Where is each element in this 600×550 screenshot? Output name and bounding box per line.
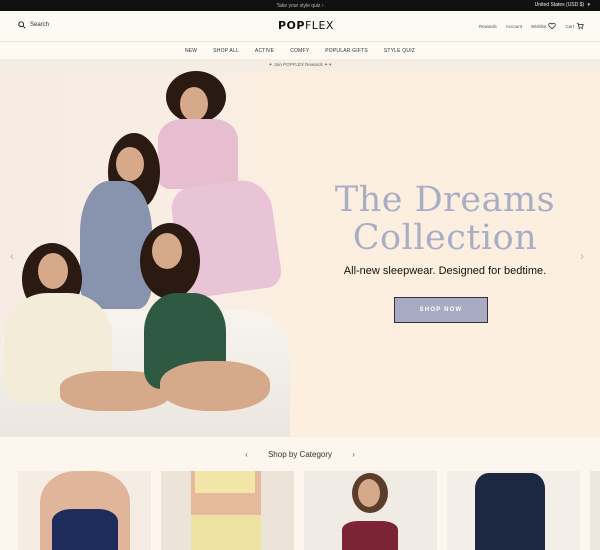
- hero-title-line1: The Dreams: [334, 180, 556, 220]
- category-tile[interactable]: [18, 471, 151, 550]
- tile-yellow-set: [191, 515, 261, 550]
- region-label: United States (USD $): [534, 2, 585, 8]
- main-nav: NEW SHOP ALL ACTIVE COMFY POPULAR GIFTS …: [0, 41, 600, 59]
- category-heading: Shop by Category: [267, 450, 333, 459]
- tile-burgundy-top: [342, 521, 398, 550]
- nav-item-new[interactable]: NEW: [185, 48, 197, 54]
- nav-item-comfy[interactable]: COMFY: [290, 48, 309, 54]
- rewards-bar-text: ✦ Join POPFLEX Rewards ✦: [268, 62, 328, 67]
- brand-logo[interactable]: POPFLEX: [278, 19, 334, 32]
- style-quiz-link[interactable]: Take your style quiz ›: [0, 3, 600, 9]
- hero-subtitle: All-new sleepwear. Designed for bedtime.: [343, 265, 547, 277]
- figure-face: [152, 233, 182, 269]
- region-selector[interactable]: United States (USD $) ▾: [535, 2, 590, 8]
- hero-image: [0, 71, 300, 437]
- figure-legs: [160, 361, 270, 411]
- category-carousel: [18, 471, 600, 550]
- figure-pink-top: [158, 119, 238, 189]
- hero-banner: ‹ › The Dreams Collection All-new sleepw…: [0, 71, 600, 437]
- wishlist-label: Wishlist: [530, 23, 547, 29]
- chevron-left-icon[interactable]: ‹: [10, 249, 14, 263]
- tile-navy-leggings: [475, 473, 545, 550]
- nav-item-popular-gifts[interactable]: POPULAR GIFTS: [325, 48, 368, 54]
- nav-item-shop-all[interactable]: SHOP ALL: [213, 48, 239, 54]
- chevron-left-icon[interactable]: ‹: [245, 450, 248, 459]
- nav-item-active[interactable]: ACTIVE: [255, 48, 274, 54]
- shop-now-button[interactable]: SHOP NOW: [394, 297, 488, 323]
- tile-model-face: [358, 479, 380, 507]
- figure-blue-romper: [80, 181, 152, 309]
- search-button[interactable]: Search: [18, 21, 49, 29]
- search-icon: [18, 21, 26, 29]
- category-heading-row: ‹ Shop by Category ›: [0, 450, 600, 459]
- tile-navy-top: [52, 509, 118, 550]
- tile-yellow-set: [195, 471, 255, 493]
- chevron-down-icon: ▾: [329, 62, 332, 67]
- hero-title-line2: Collection: [352, 218, 538, 258]
- figure-face: [116, 147, 144, 181]
- category-tile[interactable]: [447, 471, 580, 550]
- cart-link[interactable]: Cart: [565, 22, 584, 30]
- account-link[interactable]: Account: [506, 24, 522, 29]
- heart-icon: [548, 22, 557, 30]
- logo-bold-text: POP: [278, 19, 305, 32]
- figure-face: [180, 87, 208, 121]
- hero-title: The Dreams Collection: [300, 181, 590, 257]
- nav-item-style-quiz[interactable]: STYLE QUIZ: [384, 48, 415, 54]
- category-tile[interactable]: [590, 471, 600, 550]
- cart-icon: [576, 22, 584, 30]
- logo-thin-text: FLEX: [304, 19, 334, 32]
- cart-label: Cart: [565, 23, 574, 29]
- category-tile[interactable]: [304, 471, 437, 550]
- chevron-right-icon[interactable]: ›: [352, 450, 355, 459]
- category-tile[interactable]: [161, 471, 294, 550]
- header-utilities: Rewards Account Wishlist Cart: [470, 22, 584, 30]
- wishlist-link[interactable]: Wishlist: [531, 22, 557, 30]
- rewards-bar[interactable]: ✦ Join POPFLEX Rewards ✦ ▾: [0, 59, 600, 71]
- announcement-bar: Take your style quiz › United States (US…: [0, 0, 600, 11]
- figure-face: [38, 253, 68, 289]
- chevron-down-icon: ▾: [587, 2, 590, 8]
- search-label: Search: [30, 22, 50, 28]
- rewards-link[interactable]: Rewards: [479, 24, 497, 29]
- site-header: Search POPFLEX Rewards Account Wishlist …: [0, 11, 600, 41]
